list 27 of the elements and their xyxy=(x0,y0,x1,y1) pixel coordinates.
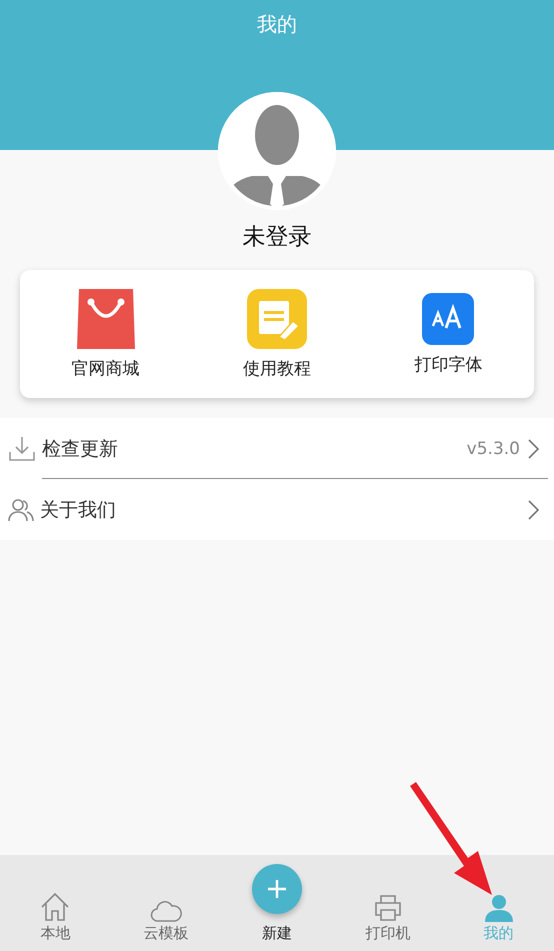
add-button[interactable] xyxy=(252,864,302,914)
menu-label: 关于我们 xyxy=(40,498,117,522)
users-icon xyxy=(8,498,34,522)
cloud-icon xyxy=(150,900,182,922)
shortcut-link[interactable]: 使用教程 xyxy=(242,356,311,380)
user-name: 未登录 xyxy=(242,223,312,252)
tab-item[interactable]: 打印机 xyxy=(332,894,444,943)
chevron-icon xyxy=(528,438,540,458)
page-title: 我的 xyxy=(257,11,297,38)
shortcut-link[interactable]: 官网商城 xyxy=(72,356,140,380)
chevron-icon xyxy=(528,500,540,520)
notepad-icon xyxy=(246,288,307,348)
printer-icon xyxy=(374,894,402,922)
menu-row[interactable]: 检查更新 v5.3.0 xyxy=(0,418,554,479)
tab-item[interactable]: 云模板 xyxy=(110,900,222,943)
version-text: v5.3.0 xyxy=(466,438,520,458)
download-icon xyxy=(8,434,36,462)
shortcut-link[interactable]: 打印字体 xyxy=(414,352,482,376)
tab-item[interactable]: 新建 xyxy=(222,864,332,943)
shopping-bag-icon xyxy=(76,288,135,348)
home-icon xyxy=(40,892,70,922)
tab-item[interactable]: 本地 xyxy=(0,892,111,943)
plus-icon xyxy=(268,880,286,898)
menu-label: 检查更新 xyxy=(42,436,119,462)
user-icon xyxy=(484,894,513,922)
menu-row[interactable]: 关于我们 xyxy=(0,479,554,540)
font-size-icon xyxy=(422,292,474,344)
